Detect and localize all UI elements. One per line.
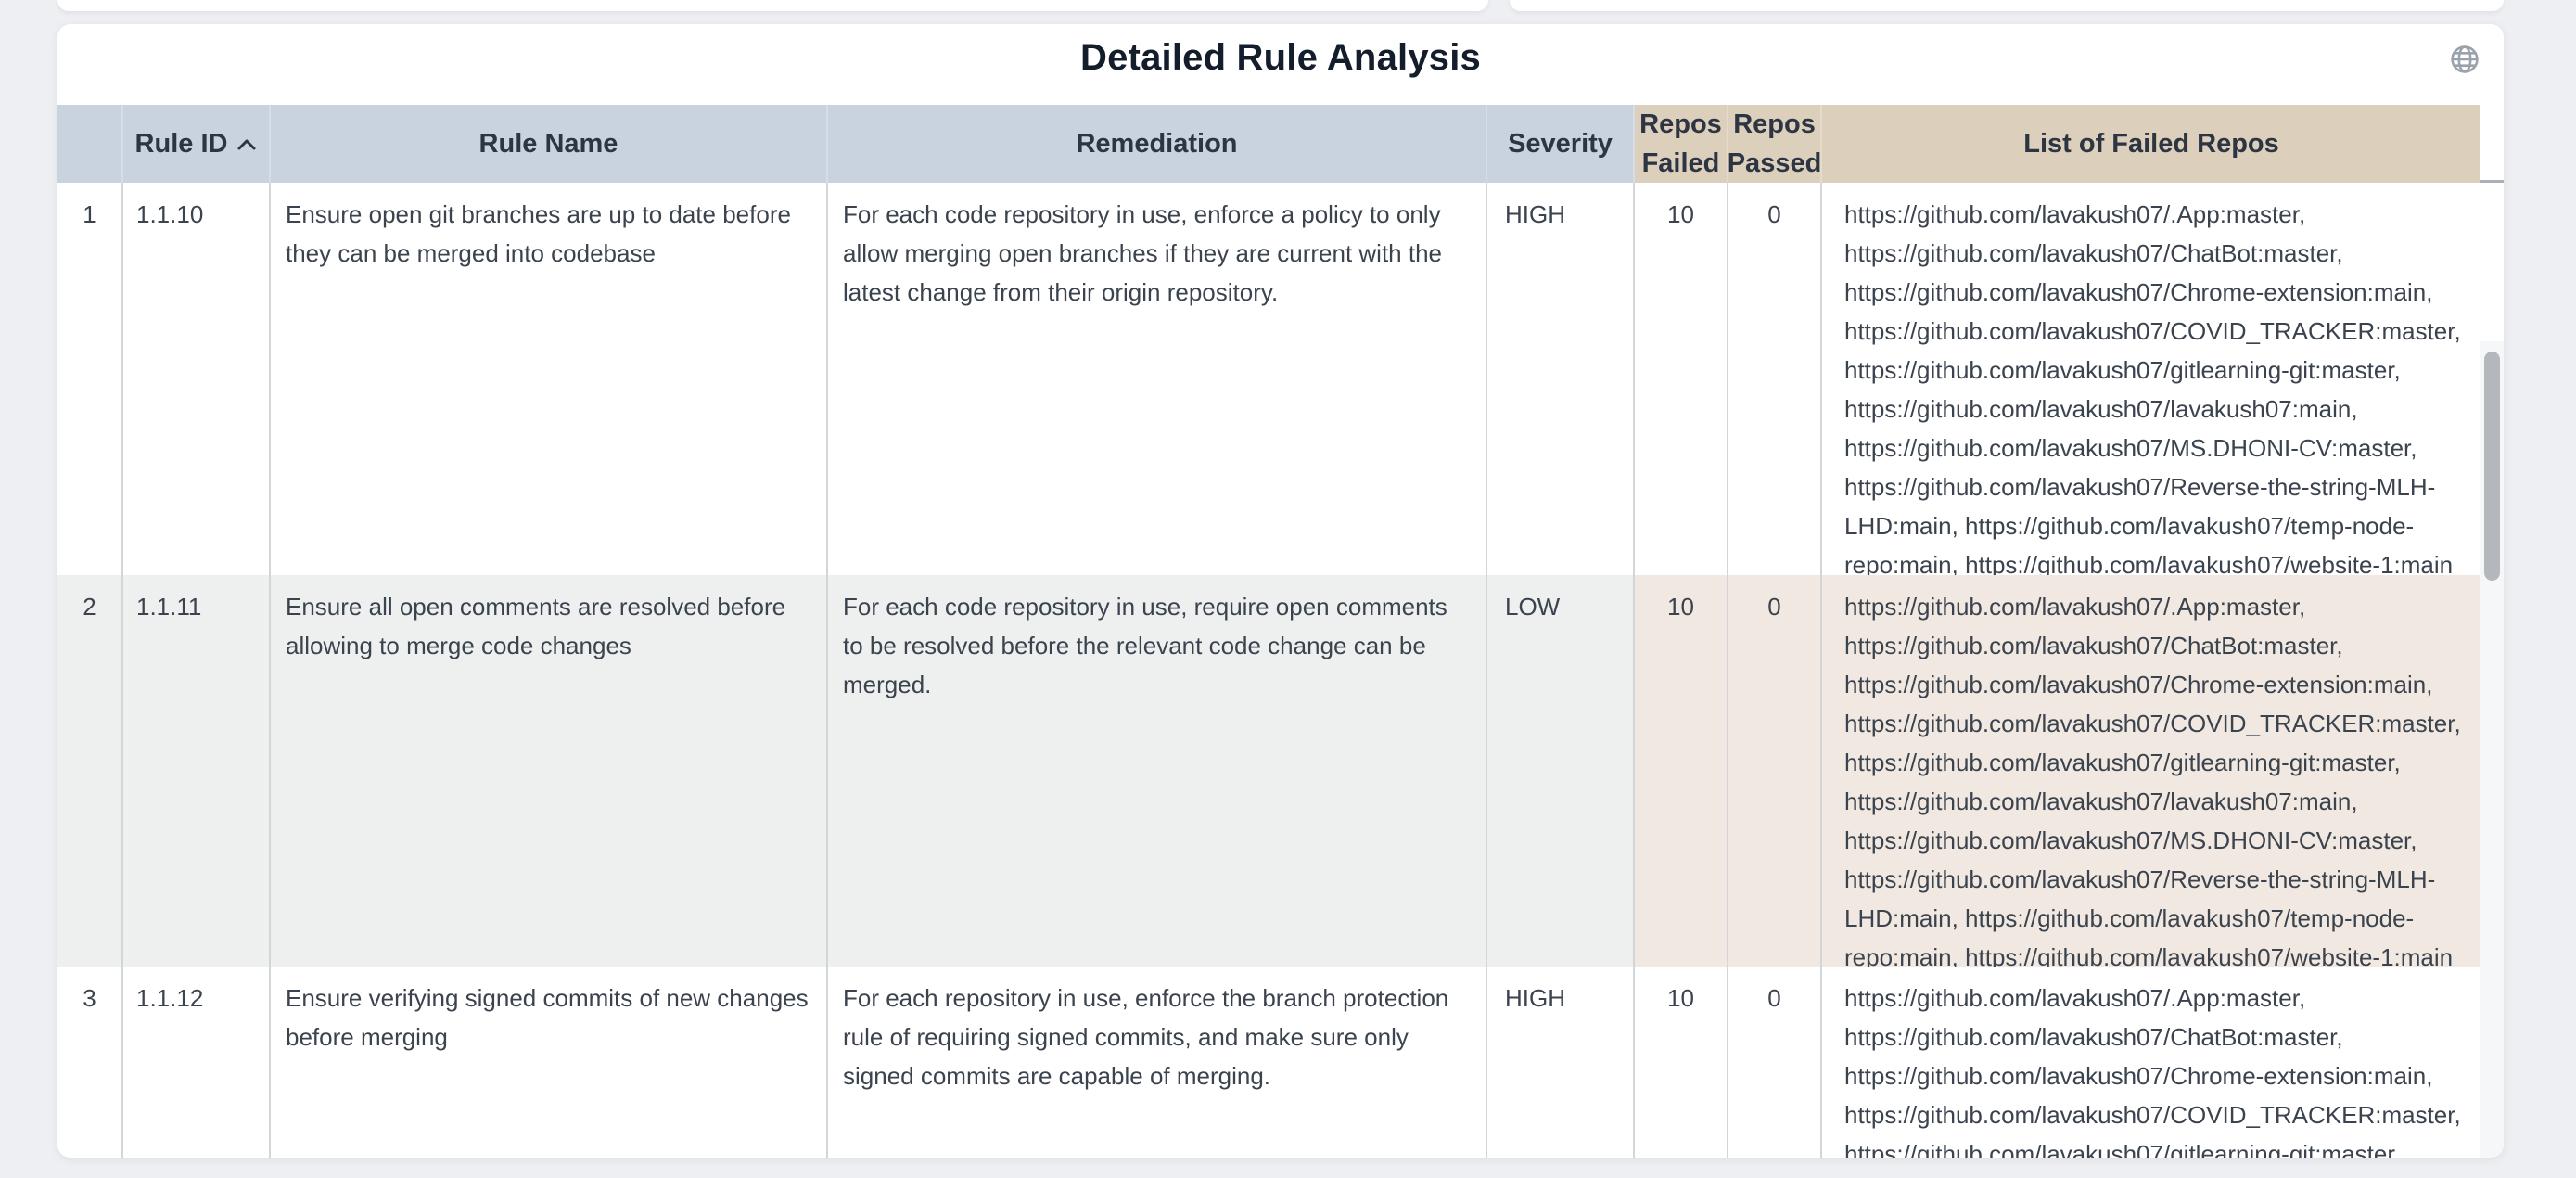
cell-failed-repos-list: https://github.com/lavakush07/.App:maste… xyxy=(1822,575,2480,967)
table-row: 3 1.1.12 Ensure verifying signed commits… xyxy=(57,967,2504,1158)
table-header-row: Rule ID Rule Name Remediation Severity R… xyxy=(57,105,2504,183)
cell-repos-failed: 10 xyxy=(1635,575,1728,967)
column-header-remediation[interactable]: Remediation xyxy=(828,105,1487,183)
cell-severity: LOW xyxy=(1487,575,1635,967)
cell-row-number: 1 xyxy=(57,183,123,575)
column-header-rule-id[interactable]: Rule ID xyxy=(123,105,271,183)
column-header-rule-name[interactable]: Rule Name xyxy=(271,105,828,183)
table-row: 1 1.1.10 Ensure open git branches are up… xyxy=(57,183,2504,575)
column-header-index xyxy=(57,105,123,183)
cell-repos-passed: 0 xyxy=(1728,575,1822,967)
detailed-rule-analysis-card: Detailed Rule Analysis Rule ID Rule Name… xyxy=(57,24,2504,1158)
vertical-scrollbar[interactable] xyxy=(2480,341,2504,1158)
cell-failed-repos-list: https://github.com/lavakush07/.App:maste… xyxy=(1822,183,2480,575)
column-header-severity[interactable]: Severity xyxy=(1487,105,1635,183)
cell-row-number: 3 xyxy=(57,967,123,1158)
card-above-left xyxy=(57,0,1488,11)
cell-rule-name: Ensure open git branches are up to date … xyxy=(271,183,828,575)
globe-icon[interactable] xyxy=(2450,45,2480,74)
cell-row-number: 2 xyxy=(57,575,123,967)
column-header-repos-passed[interactable]: Repos Passed xyxy=(1728,105,1822,183)
column-header-repos-failed[interactable]: Repos Failed xyxy=(1635,105,1728,183)
cell-severity: HIGH xyxy=(1487,967,1635,1158)
sort-ascending-icon xyxy=(236,137,257,151)
cell-rule-name: Ensure verifying signed commits of new c… xyxy=(271,967,828,1158)
cell-remediation: For each repository in use, enforce the … xyxy=(828,967,1487,1158)
table-body: 1 1.1.10 Ensure open git branches are up… xyxy=(57,183,2504,1158)
cell-repos-failed: 10 xyxy=(1635,183,1728,575)
table-row: 2 1.1.11 Ensure all open comments are re… xyxy=(57,575,2504,967)
cell-rule-name: Ensure all open comments are resolved be… xyxy=(271,575,828,967)
column-header-rule-id-label: Rule ID xyxy=(135,124,228,163)
cell-repos-failed: 10 xyxy=(1635,967,1728,1158)
cell-rule-id: 1.1.11 xyxy=(123,575,271,967)
cell-rule-id: 1.1.10 xyxy=(123,183,271,575)
column-header-failed-repos-list[interactable]: List of Failed Repos xyxy=(1822,105,2480,183)
page-title: Detailed Rule Analysis xyxy=(57,24,2504,79)
cell-severity: HIGH xyxy=(1487,183,1635,575)
cell-failed-repos-list: https://github.com/lavakush07/.App:maste… xyxy=(1822,967,2480,1158)
cell-repos-passed: 0 xyxy=(1728,183,1822,575)
cell-remediation: For each code repository in use, enforce… xyxy=(828,183,1487,575)
cell-repos-passed: 0 xyxy=(1728,967,1822,1158)
scrollbar-thumb[interactable] xyxy=(2484,352,2500,581)
card-header: Detailed Rule Analysis xyxy=(57,24,2504,105)
cell-rule-id: 1.1.12 xyxy=(123,967,271,1158)
cell-remediation: For each code repository in use, require… xyxy=(828,575,1487,967)
card-above-right xyxy=(1510,0,2504,11)
